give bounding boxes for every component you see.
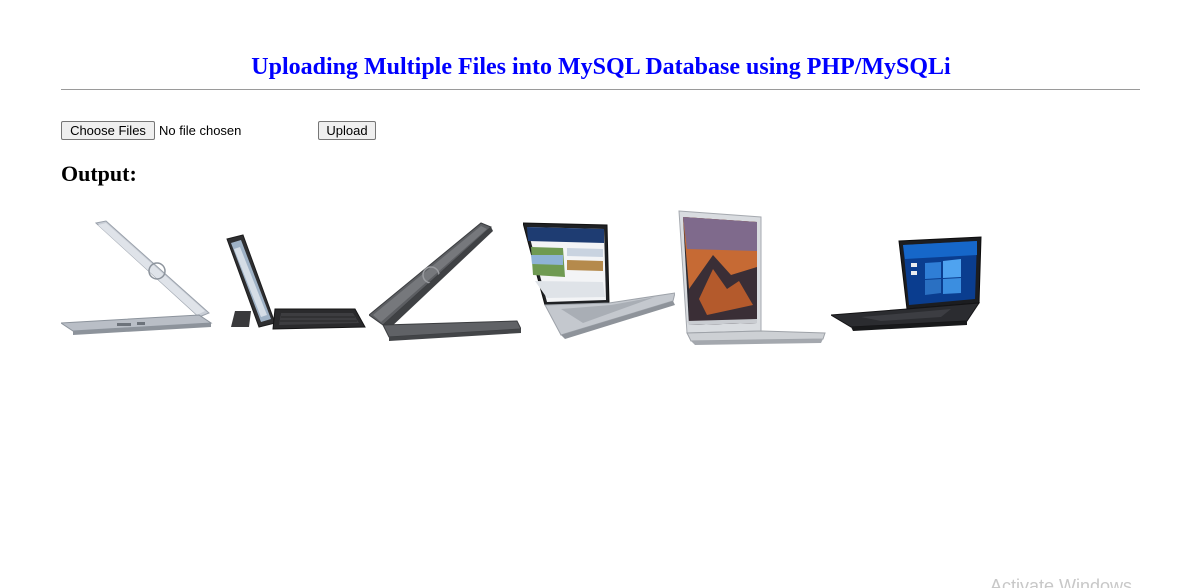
choose-files-button[interactable]: Choose Files: [61, 121, 155, 140]
uploaded-image-5: [677, 205, 829, 353]
uploaded-image-3: [369, 205, 521, 353]
uploaded-image-2: [215, 205, 367, 353]
page: Uploading Multiple Files into MySQL Data…: [0, 0, 1198, 588]
uploaded-image-1: [61, 205, 213, 353]
laptop-dark-rear-image: [369, 222, 521, 341]
activate-windows-watermark: Activate Windows: [990, 576, 1133, 588]
laptop-silver-rear-image: [61, 220, 213, 335]
upload-button[interactable]: Upload: [318, 121, 376, 140]
laptop-silver-open-image: [523, 222, 675, 339]
laptop-2in1-image: [226, 234, 366, 330]
uploaded-image-6: [831, 205, 983, 353]
laptop-black-windows-image: [831, 236, 982, 331]
uploaded-image-4: [523, 205, 675, 353]
horizontal-rule: [61, 89, 1140, 90]
page-title: Uploading Multiple Files into MySQL Data…: [251, 54, 951, 80]
laptop-macbook-image: [678, 210, 826, 345]
file-status-text: No file chosen: [159, 123, 242, 138]
output-heading: Output:: [61, 161, 137, 186]
upload-form: Choose Files No file chosen Upload: [61, 120, 461, 142]
image-gallery: [61, 205, 983, 355]
